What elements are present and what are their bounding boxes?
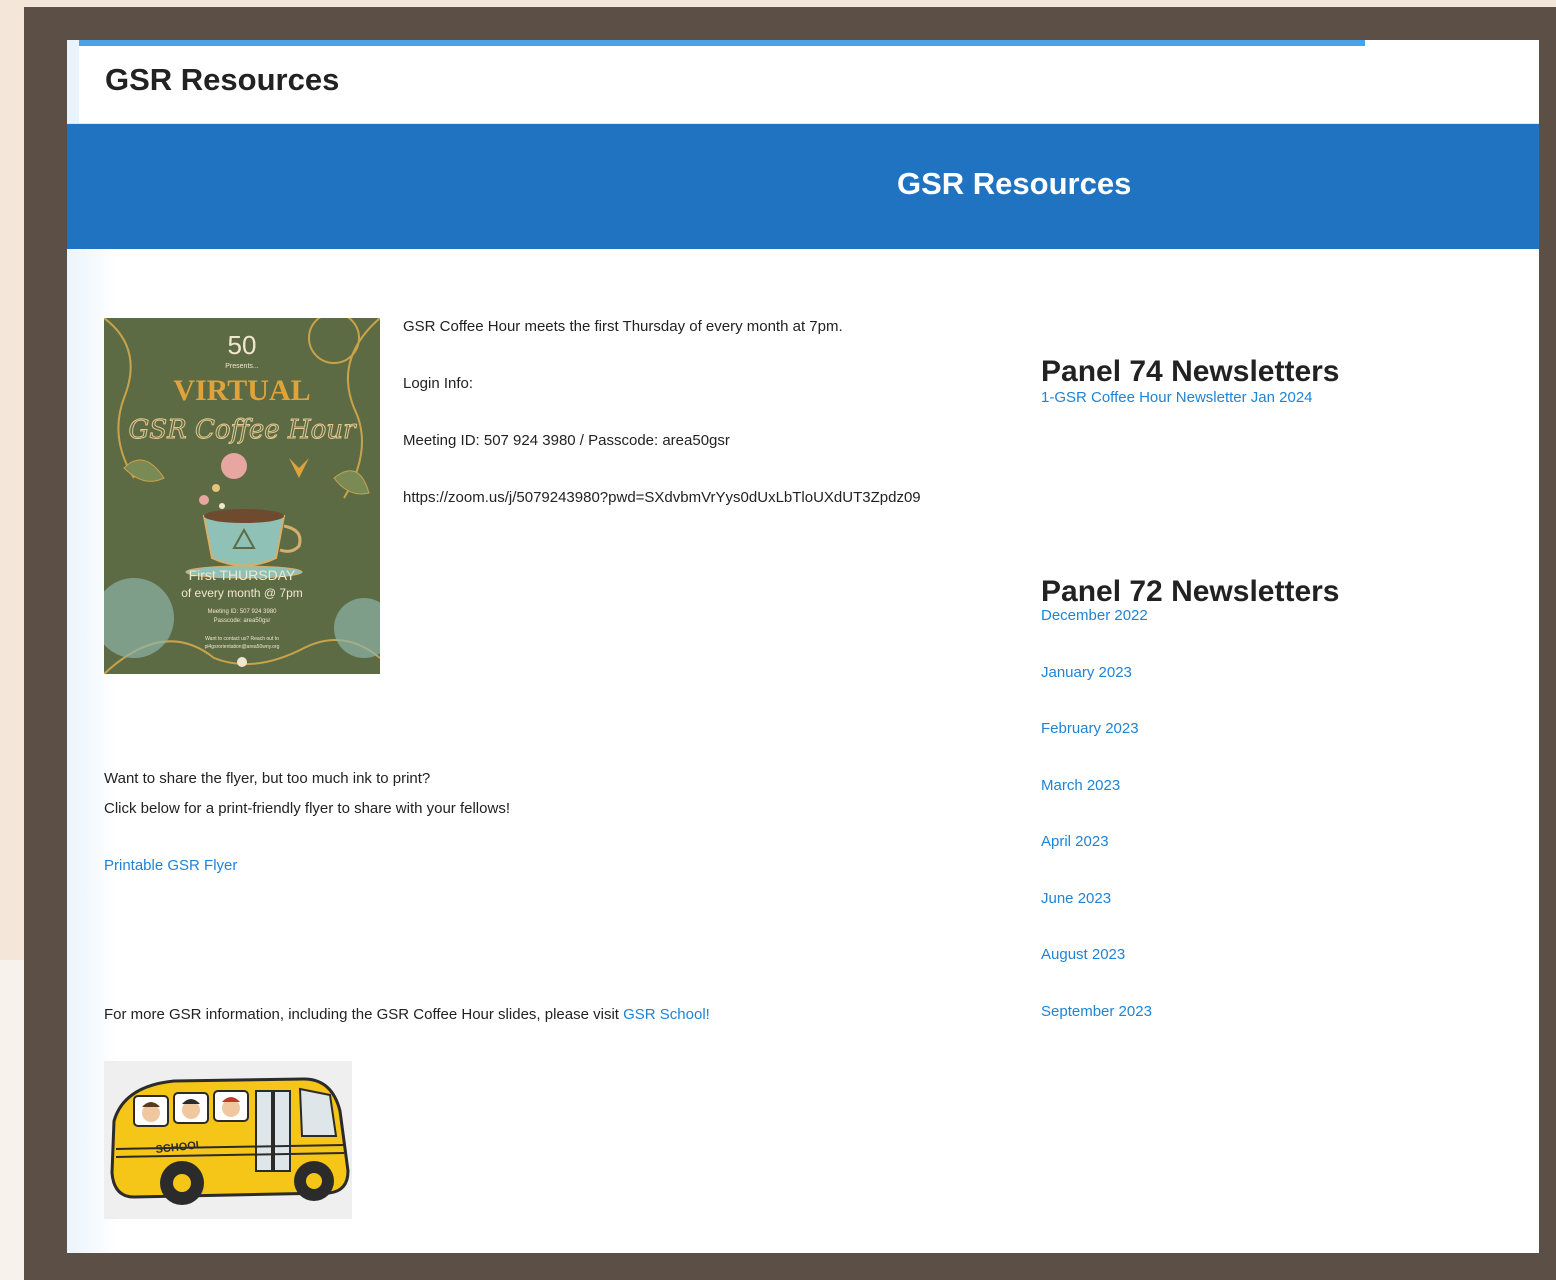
coffee-hour-flyer-image[interactable]: 50 Presents... VIRTUAL GSR Coffee Hour F… [104,318,380,674]
flyer-number: 50 [228,330,257,360]
main-content: 50 Presents... VIRTUAL GSR Coffee Hour F… [67,249,1539,1253]
login-info-label: Login Info: [403,375,474,392]
header-accent [67,40,79,123]
more-info-label: For more GSR information, including the … [104,1006,624,1023]
share-flyer-line1: Want to share the flyer, but too much in… [104,770,431,787]
school-bus-image[interactable]: SCHOOL [104,1061,352,1219]
hero-banner: GSR Resources [67,124,1539,249]
flyer-contact: Want to contact us? Reach out to [205,636,279,642]
panel72-newsletter-link[interactable]: December 2022 [1041,607,1148,624]
flyer-virtual: VIRTUAL [173,374,310,407]
more-info-text: For more GSR information, including the … [104,1006,710,1023]
flyer-passcode: Passcode: area50gsr [214,618,271,624]
flyer-line2: of every month @ 7pm [181,586,303,600]
zoom-url: https://zoom.us/j/5079243980?pwd=SXdvbmV… [403,489,921,506]
panel74-heading: Panel 74 Newsletters [1041,355,1340,388]
panel74-newsletter-link[interactable]: 1-GSR Coffee Hour Newsletter Jan 2024 [1041,389,1313,406]
printable-flyer-link[interactable]: Printable GSR Flyer [104,857,237,874]
panel72-newsletter-link[interactable]: January 2023 [1041,664,1132,681]
school-bus-artwork: SCHOOL [104,1061,352,1219]
panel72-newsletter-link[interactable]: March 2023 [1041,777,1120,794]
flyer-presents: Presents... [225,363,259,370]
page-title: GSR Resources [105,62,340,97]
panel72-newsletter-link[interactable]: April 2023 [1041,833,1109,850]
flyer-line1: First THURSDAY [189,567,296,583]
gsr-school-link[interactable]: GSR School! [623,1006,710,1023]
flyer-meeting: Meeting ID: 507 924 3980 [207,609,277,615]
panel72-newsletter-link[interactable]: August 2023 [1041,946,1125,963]
header-bar: GSR Resources [67,46,1539,124]
browser-window: GSR Resources GSR Resources 50 Presents.… [67,40,1539,1253]
meeting-id: Meeting ID: 507 924 3980 / Passcode: are… [403,432,730,449]
flyer-script: GSR Coffee Hour [129,415,358,445]
share-flyer-line2: Click below for a print-friendly flyer t… [104,800,510,817]
flyer-email: pl4gsrorientation@area50wny.org [205,644,280,650]
panel72-newsletter-link[interactable]: September 2023 [1041,1003,1152,1020]
coffee-hour-schedule: GSR Coffee Hour meets the first Thursday… [403,318,843,335]
panel72-newsletter-link[interactable]: February 2023 [1041,720,1139,737]
flyer-artwork: 50 Presents... VIRTUAL GSR Coffee Hour F… [104,318,380,674]
panel72-heading: Panel 72 Newsletters [1041,575,1340,608]
screenshot-frame: GSR Resources GSR Resources 50 Presents.… [24,7,1556,1280]
banner-title: GSR Resources [897,166,1132,201]
panel72-newsletter-link[interactable]: June 2023 [1041,890,1111,907]
